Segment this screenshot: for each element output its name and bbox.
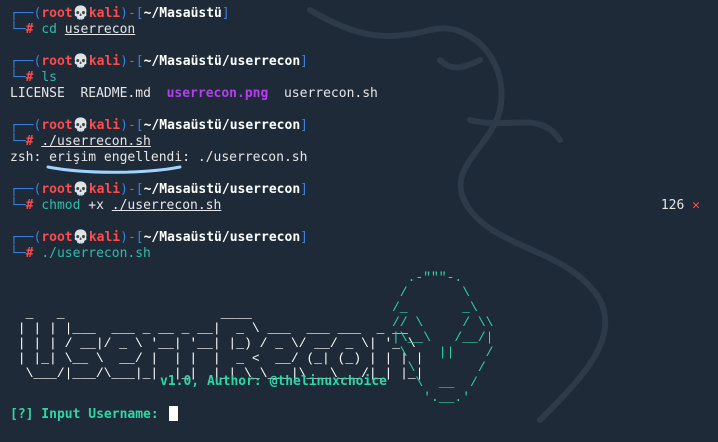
text-cursor[interactable]: [168, 406, 178, 421]
ls-output: LICENSE README.md userrecon.png userreco…: [10, 86, 378, 101]
command-line-2: └─# ls: [10, 70, 57, 85]
version-author-text: v1.0, Author: @thelinuxchoice: [160, 374, 387, 389]
exit-status: 126 ✕: [660, 198, 700, 213]
prompt-header-3: ┌──(root💀kali)-[~/Masaüstü/userrecon]: [10, 118, 308, 133]
highlight-underline-annotation: [46, 165, 182, 174]
alien-ascii-art: .-"""-. / \ /_ _\ // \ / \\ |\__\ /__/| …: [392, 270, 494, 405]
username-input-prompt[interactable]: [?] Input Username:: [10, 406, 178, 422]
skull-icon: 💀: [72, 118, 89, 133]
command-line-1: └─# cd userrecon: [10, 22, 136, 37]
prompt-header-1: ┌──(root💀kali)-[~/Masaüstü]: [10, 6, 230, 21]
skull-icon: 💀: [72, 182, 89, 197]
prompt-header-2: ┌──(root💀kali)-[~/Masaüstü/userrecon]: [10, 54, 308, 69]
skull-icon: 💀: [72, 230, 89, 245]
error-x-icon: ✕: [692, 198, 700, 213]
command-line-5: └─# ./userrecon.sh: [10, 246, 151, 261]
userrecon-ascii-logo: _ _ ____ | | | |___ ___ _ __ _ __| _ \ _…: [17, 306, 424, 381]
terminal-window[interactable]: ┌──(root💀kali)-[~/Masaüstü] └─# cd userr…: [0, 0, 718, 442]
prompt-header-5: ┌──(root💀kali)-[~/Masaüstü/userrecon]: [10, 230, 308, 245]
prompt-header-4: ┌──(root💀kali)-[~/Masaüstü/userrecon]: [10, 182, 308, 197]
skull-icon: 💀: [72, 54, 89, 69]
command-line-3: └─# ./userrecon.sh: [10, 134, 151, 149]
skull-icon: 💀: [72, 6, 89, 21]
command-line-4: └─# chmod +x ./userrecon.sh: [10, 198, 222, 213]
